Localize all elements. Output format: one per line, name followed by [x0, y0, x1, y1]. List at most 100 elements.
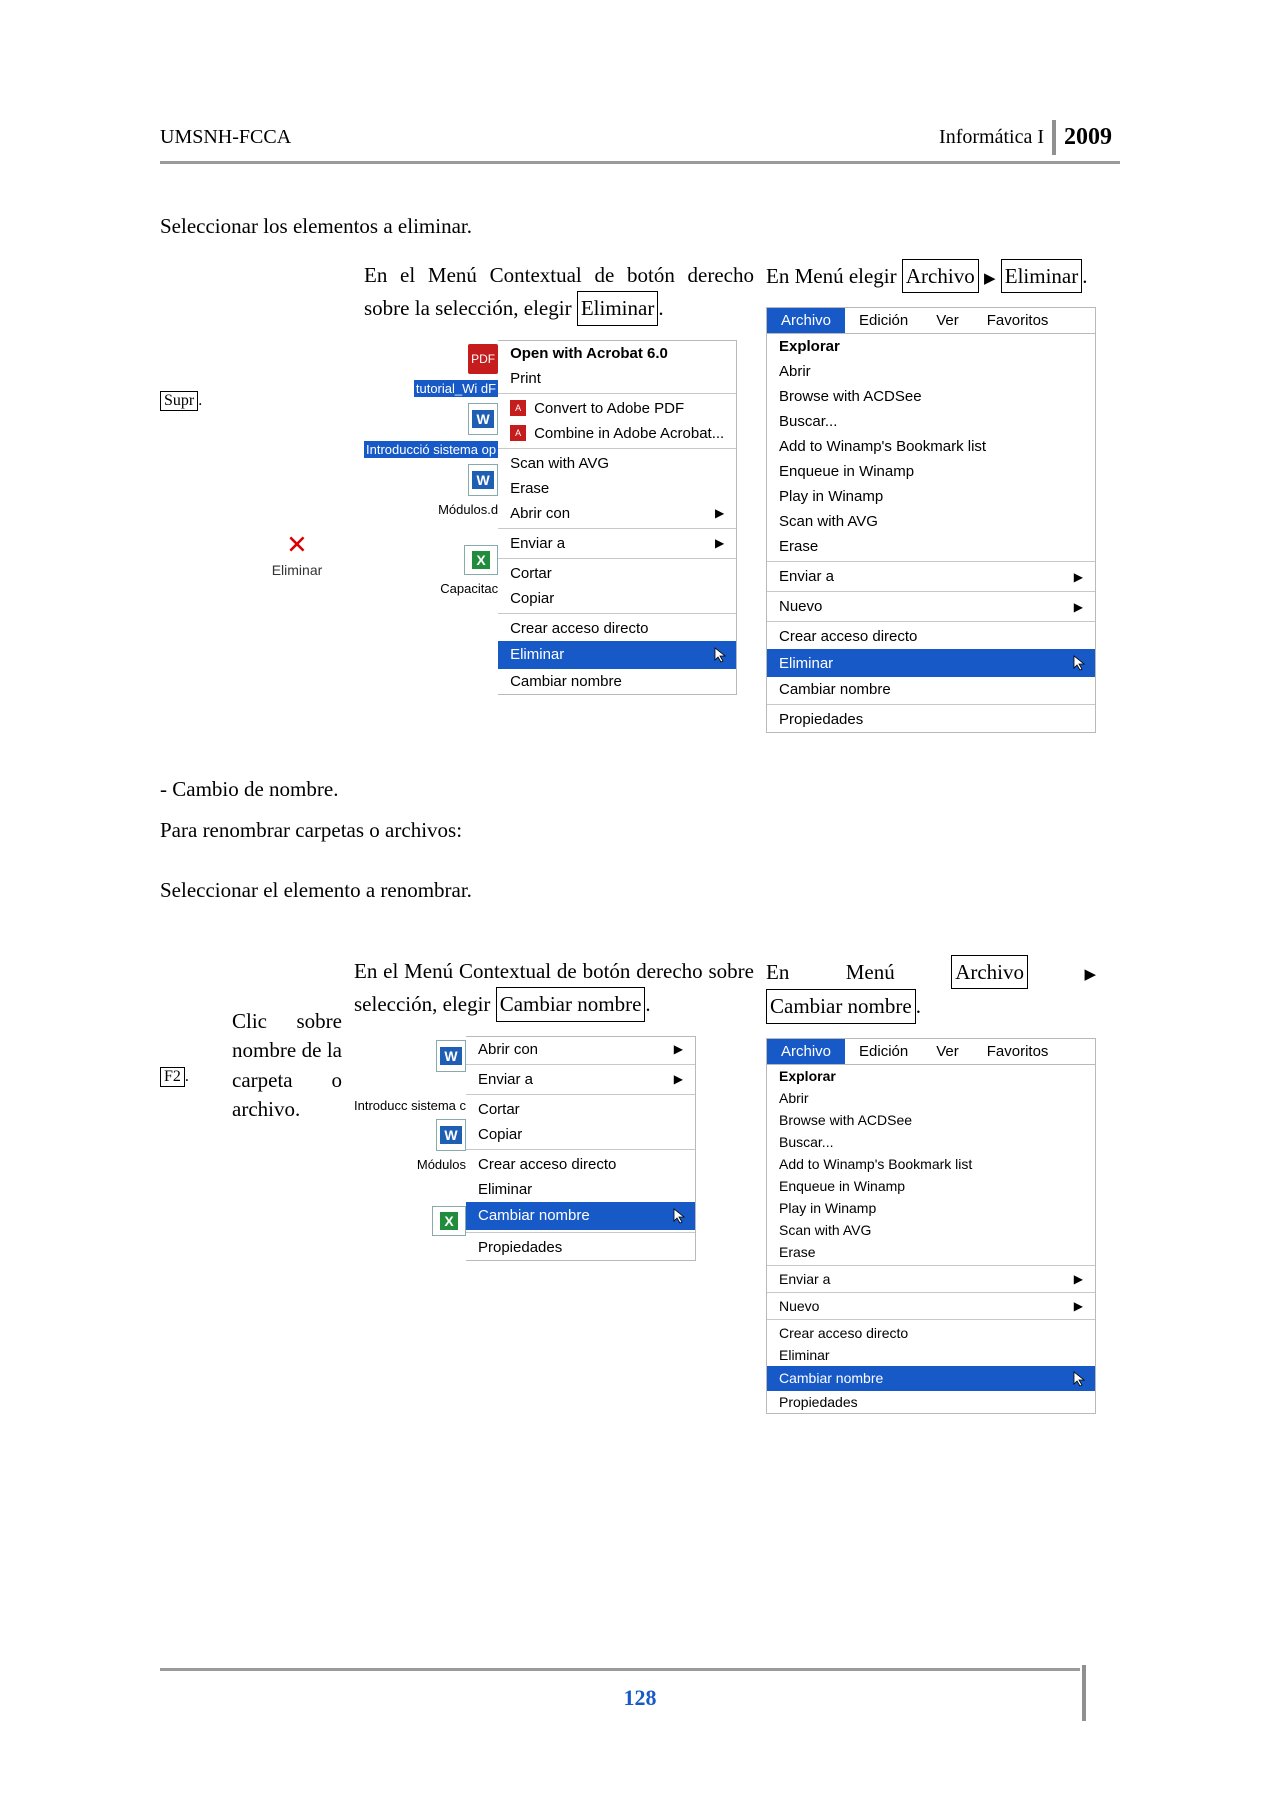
arch2-item-winamp-enqueue[interactable]: Enqueue in Winamp [767, 1175, 1095, 1197]
cursor-icon [1073, 655, 1089, 675]
arch-item-browse-acdsee[interactable]: Browse with ACDSee [767, 384, 1095, 409]
ctx-item-combine-acrobat[interactable]: ACombine in Adobe Acrobat... [498, 421, 736, 446]
col-archivo-menu-2: En Menú Archivo ▶ Cambiar nombre. Archiv… [766, 947, 1096, 1414]
arch-item-enviar-a[interactable]: Enviar a▶ [767, 564, 1095, 589]
arch2-item-eliminar[interactable]: Eliminar [767, 1344, 1095, 1366]
word-icon: W [468, 403, 498, 435]
ctx2-item-abrir-con[interactable]: Abrir con▶ [466, 1037, 695, 1062]
word-icon: W [468, 464, 498, 496]
ctx-item-convert-pdf[interactable]: AConvert to Adobe PDF [498, 396, 736, 421]
tab-edicion[interactable]: Edición [845, 308, 922, 333]
tab-favoritos[interactable]: Favoritos [973, 308, 1063, 333]
cursor-icon [714, 647, 730, 667]
tab-archivo[interactable]: Archivo [767, 1039, 845, 1064]
arch2-item-buscar[interactable]: Buscar... [767, 1131, 1095, 1153]
ctx-item-open-acrobat[interactable]: Open with Acrobat 6.0 [498, 341, 736, 366]
ctx2-item-enviar-a[interactable]: Enviar a▶ [466, 1067, 695, 1092]
arch-item-acceso-directo[interactable]: Crear acceso directo [767, 624, 1095, 649]
chevron-right-icon: ▶ [1074, 1272, 1083, 1286]
arch2-item-propiedades[interactable]: Propiedades [767, 1391, 1095, 1413]
arch2-item-explorar[interactable]: Explorar [767, 1065, 1095, 1087]
word-icon: W [436, 1119, 466, 1151]
ctx2-item-propiedades[interactable]: Propiedades [466, 1235, 695, 1260]
arch2-item-winamp-play[interactable]: Play in Winamp [767, 1197, 1095, 1219]
file-tutorial-wi[interactable]: tutorial_Wi dF [414, 380, 498, 397]
pdf-icon: PDF [468, 344, 498, 374]
ctx2-item-acceso-directo[interactable]: Crear acceso directo [466, 1152, 695, 1177]
arch-item-buscar[interactable]: Buscar... [767, 409, 1095, 434]
ctx-item-copiar[interactable]: Copiar [498, 586, 736, 611]
mid-line-1: - Cambio de nombre. [160, 773, 1120, 806]
ctx2-item-cambiar-nombre[interactable]: Cambiar nombre [466, 1202, 695, 1230]
context-menu-1[interactable]: Open with Acrobat 6.0 Print AConvert to … [498, 340, 737, 695]
arch2-item-erase[interactable]: Erase [767, 1241, 1095, 1263]
tab-ver[interactable]: Ver [922, 308, 973, 333]
header-course: Informática I [939, 126, 1044, 149]
pdf-icon: A [510, 425, 526, 441]
ctx-item-cambiar-nombre[interactable]: Cambiar nombre [498, 669, 736, 694]
arch2-item-cambiar-nombre[interactable]: Cambiar nombre [767, 1366, 1095, 1391]
arch-item-erase[interactable]: Erase [767, 534, 1095, 559]
f2-key: F2 [160, 1067, 185, 1087]
ctx-item-eliminar[interactable]: Eliminar [498, 641, 736, 669]
arch2-item-browse-acdsee[interactable]: Browse with ACDSee [767, 1109, 1095, 1131]
arch2-item-acceso-directo[interactable]: Crear acceso directo [767, 1322, 1095, 1344]
arch-item-winamp-enqueue[interactable]: Enqueue in Winamp [767, 459, 1095, 484]
section-cambiar-nombre: F2. Clic sobre nombre de la carpeta o ar… [160, 947, 1120, 1414]
pdf-icon: A [510, 400, 526, 416]
arch2-item-nuevo[interactable]: Nuevo▶ [767, 1295, 1095, 1317]
chevron-right-icon: ▶ [1074, 600, 1083, 614]
ctx-item-acceso-directo[interactable]: Crear acceso directo [498, 616, 736, 641]
tab-archivo[interactable]: Archivo [767, 308, 845, 333]
ctx-item-abrir-con[interactable]: Abrir con▶ [498, 501, 736, 526]
arch-item-winamp-play[interactable]: Play in Winamp [767, 484, 1095, 509]
explorer-pane-2: W Introducc sistema c W Módulos X Abrir … [354, 1036, 754, 1261]
ctx2-item-eliminar[interactable]: Eliminar [466, 1177, 695, 1202]
excel-icon: X [464, 545, 498, 575]
ctx2-item-cortar[interactable]: Cortar [466, 1097, 695, 1122]
tab-ver[interactable]: Ver [922, 1039, 973, 1064]
tab-edicion[interactable]: Edición [845, 1039, 922, 1064]
ctx-item-scan-avg[interactable]: Scan with AVG [498, 451, 736, 476]
arch-item-cambiar-nombre[interactable]: Cambiar nombre [767, 677, 1095, 702]
arch2-item-winamp-bookmark[interactable]: Add to Winamp's Bookmark list [767, 1153, 1095, 1175]
col-context-menu: En el Menú Contextual de botón derecho s… [364, 251, 754, 734]
explorer-pane: PDF tutorial_Wi dF W Introducció sistema… [364, 340, 754, 695]
arch-item-winamp-bookmark[interactable]: Add to Winamp's Bookmark list [767, 434, 1095, 459]
file-introduccio[interactable]: Introducció sistema op [364, 441, 498, 458]
mid-line-3: Seleccionar el elemento a renombrar. [160, 874, 1120, 907]
arch2-item-scan-avg[interactable]: Scan with AVG [767, 1219, 1095, 1241]
arch-item-propiedades[interactable]: Propiedades [767, 707, 1095, 732]
context-menu-2[interactable]: Abrir con▶ Enviar a▶ Cortar Copiar Crear… [466, 1036, 696, 1261]
file-capacitac[interactable]: Capacitac [440, 581, 498, 596]
excel-icon: X [432, 1206, 466, 1236]
menubar[interactable]: Archivo Edición Ver Favoritos [766, 307, 1096, 333]
file-modulos[interactable]: Módulos.d [438, 502, 498, 517]
arch2-item-enviar-a[interactable]: Enviar a▶ [767, 1268, 1095, 1290]
arch-item-abrir[interactable]: Abrir [767, 359, 1095, 384]
tab-favoritos[interactable]: Favoritos [973, 1039, 1063, 1064]
arch2-item-abrir[interactable]: Abrir [767, 1087, 1095, 1109]
ctx-item-erase[interactable]: Erase [498, 476, 736, 501]
cursor-icon [1073, 1371, 1089, 1390]
arch-item-scan-avg[interactable]: Scan with AVG [767, 509, 1095, 534]
footer-rule [160, 1668, 1080, 1671]
arch-item-explorar[interactable]: Explorar [767, 334, 1095, 359]
arch-item-nuevo[interactable]: Nuevo▶ [767, 594, 1095, 619]
col-context-menu-2: En el Menú Contextual de botón derecho s… [354, 947, 754, 1414]
menubar-2[interactable]: Archivo Edición Ver Favoritos [766, 1038, 1096, 1064]
ctx-item-enviar-a[interactable]: Enviar a▶ [498, 531, 736, 556]
delete-icon-label: Eliminar [272, 562, 323, 578]
archivo-menu-2[interactable]: Explorar Abrir Browse with ACDSee Buscar… [766, 1064, 1096, 1414]
col-c-intro: En el Menú Contextual de botón derecho s… [364, 259, 754, 326]
chevron-right-icon: ▶ [715, 536, 724, 550]
file-introducc[interactable]: Introducc sistema c [354, 1098, 466, 1113]
col-supr: Supr. [160, 251, 230, 734]
ctx2-item-copiar[interactable]: Copiar [466, 1122, 695, 1147]
file-modulos-2[interactable]: Módulos [417, 1157, 466, 1172]
arch-item-eliminar[interactable]: Eliminar [767, 649, 1095, 677]
word-icon: W [436, 1040, 466, 1072]
ctx-item-print[interactable]: Print [498, 366, 736, 391]
ctx-item-cortar[interactable]: Cortar [498, 561, 736, 586]
archivo-menu-1[interactable]: Explorar Abrir Browse with ACDSee Buscar… [766, 333, 1096, 733]
